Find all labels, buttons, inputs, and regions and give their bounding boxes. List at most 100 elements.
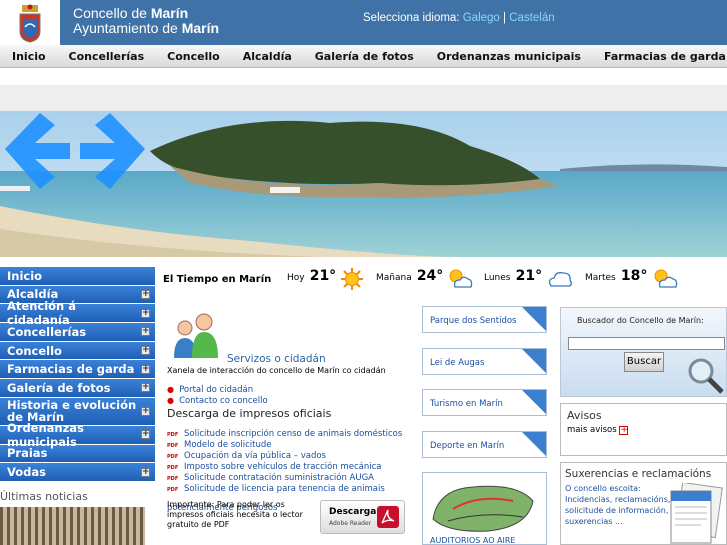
site-title: Concello de Marín Ayuntamiento de Marín	[73, 6, 219, 36]
leftmenu-label: Vodas	[7, 465, 47, 480]
grey-bar	[0, 85, 727, 111]
expand-plus-icon[interactable]: +	[141, 364, 150, 374]
avisos-title: Avisos	[567, 409, 602, 422]
leftmenu-label: Praias	[7, 446, 48, 461]
topnav-galeria[interactable]: Galería de fotos	[315, 50, 414, 63]
magnifier-icon	[688, 358, 724, 394]
leftmenu-concello[interactable]: Concello +	[0, 341, 155, 361]
banner-slideshow	[0, 111, 727, 257]
auditorios-box[interactable]: AUDITORIOS AO AIRE	[422, 472, 547, 545]
leftmenu-label: Ordenanzas municipais	[7, 420, 84, 449]
linkbox-deporte[interactable]: Deporte en Marín	[422, 431, 547, 458]
lang-galego-link[interactable]: Galego	[463, 12, 500, 24]
linkbox-turismo[interactable]: Turismo en Marín	[422, 389, 547, 416]
corner-tab-icon	[522, 349, 546, 373]
expand-plus-icon[interactable]: +	[141, 308, 150, 318]
search-input[interactable]	[568, 337, 725, 350]
bullet-icon: ●	[167, 396, 174, 405]
topnav-concello[interactable]: Concello	[167, 50, 220, 63]
leftmenu-atencion[interactable]: Atención á cidadanía +	[0, 299, 155, 327]
leftmenu-label: Farmacias de garda	[7, 362, 135, 377]
linkbox-label: Lei de Augas	[430, 358, 485, 368]
servizos-link-contacto[interactable]: ● Contacto co concello	[167, 388, 268, 407]
latest-news-label: Últimas noticias	[0, 490, 88, 503]
subtitle-prefix: Ayuntamiento de	[73, 20, 182, 36]
weather-title: El Tiempo en Marín	[163, 274, 272, 285]
sun-cloud-icon	[654, 269, 678, 288]
weather-day-label: Martes	[585, 273, 616, 283]
leftmenu-ordenanzas[interactable]: Ordenanzas municipais +	[0, 421, 155, 449]
reader-label: Descarga	[329, 507, 377, 517]
leftmenu-inicio[interactable]: Inicio	[0, 267, 155, 286]
top-navigation: Inicio Concellerías Concello Alcaldía Ga…	[0, 45, 727, 68]
leftmenu-galeria[interactable]: Galería de fotos +	[0, 379, 155, 398]
adobe-reader-download-button[interactable]: Descarga Adobe Reader	[320, 500, 405, 534]
linkbox-lei-augas[interactable]: Lei de Augas	[422, 348, 547, 375]
link-label[interactable]: Contacto co concello	[179, 396, 268, 406]
citizens-icon	[174, 313, 218, 358]
topnav-concellerias[interactable]: Concellerías	[69, 50, 145, 63]
expand-plus-icon[interactable]: +	[141, 430, 150, 440]
importante-note: Importante: Para poder ler os impresos o…	[167, 500, 303, 529]
weather-temp: 18°	[620, 268, 648, 284]
servizos-description: Xanela de interacción do concello de Mar…	[167, 366, 386, 375]
topnav-ordenanzas[interactable]: Ordenanzas municipais	[437, 50, 581, 63]
mais-avisos-label[interactable]: mais avisos	[567, 425, 617, 435]
weather-day-label: Lunes	[484, 273, 511, 283]
sun-icon	[341, 268, 363, 290]
expand-plus-icon[interactable]: +	[141, 346, 150, 355]
servizos-title[interactable]: Servizos o cidadán	[227, 353, 326, 365]
auditorios-map-image	[432, 485, 534, 532]
topnav-alcaldia[interactable]: Alcaldía	[243, 50, 292, 63]
weather-day-0: Hoy 21°	[287, 265, 336, 284]
auditorios-label: AUDITORIOS AO AIRE	[430, 536, 516, 545]
topnav-farmacias[interactable]: Farmacias de garda	[604, 50, 726, 63]
pdf-logo-icon	[377, 506, 399, 528]
language-label: Selecciona idioma:	[363, 12, 460, 24]
slideshow-arrows-icon[interactable]	[0, 111, 150, 191]
pdf-icon: PDF	[167, 487, 179, 493]
expand-plus-icon[interactable]: +	[141, 327, 150, 337]
sugerencias-text[interactable]: O concello escoita: Incidencias, reclama…	[565, 483, 677, 527]
weather-day-2: Lunes 21°	[484, 265, 542, 284]
leftmenu-label: Historia e evolución de Marín	[7, 398, 137, 425]
weather-day-1: Mañana 24°	[376, 265, 443, 284]
language-selector: Selecciona idioma: Galego | Castelán	[363, 12, 555, 24]
weather-temp: 24°	[416, 268, 444, 284]
linkbox-parque[interactable]: Parque dos Sentidos	[422, 306, 547, 333]
lang-castelan-link[interactable]: Castelán	[509, 12, 554, 24]
avisos-box: Avisos mais avisos +	[560, 403, 727, 456]
expand-plus-icon[interactable]: +	[141, 289, 150, 299]
coat-of-arms-logo[interactable]	[0, 0, 60, 45]
corner-tab-icon	[522, 432, 546, 456]
leftmenu-label: Atención á cidadanía	[7, 299, 76, 328]
sun-cloud-icon	[449, 269, 473, 288]
leftmenu-label: Concello	[7, 343, 62, 358]
sugerencias-box: Suxerencias e reclamacións O concello es…	[560, 462, 727, 545]
title-bold: Marín	[150, 5, 189, 21]
leftmenu-vodas[interactable]: Vodas +	[0, 463, 155, 482]
corner-tab-icon	[522, 390, 546, 414]
expand-plus-icon[interactable]: +	[141, 383, 150, 393]
leftmenu-label: Galería de fotos	[7, 380, 111, 395]
expand-plus-icon[interactable]: +	[141, 467, 150, 477]
weather-day-3: Martes 18°	[585, 265, 647, 284]
mais-avisos-link[interactable]: mais avisos +	[567, 425, 633, 435]
topnav-inicio[interactable]: Inicio	[12, 50, 46, 63]
search-title: Buscador do Concello de Marín:	[577, 316, 704, 325]
linkbox-label: Turismo en Marín	[430, 399, 503, 409]
linkbox-label: Deporte en Marín	[430, 441, 505, 451]
plus-icon[interactable]: +	[619, 426, 629, 435]
leftmenu-label: Inicio	[7, 268, 43, 283]
documents-icon	[670, 483, 723, 544]
title-prefix: Concello de	[73, 5, 151, 21]
leftmenu-farmacias[interactable]: Farmacias de garda +	[0, 360, 155, 379]
expand-plus-icon[interactable]: +	[141, 406, 150, 416]
reader-sub: Adobe Reader	[329, 520, 372, 527]
news-thumbnail[interactable]	[0, 507, 145, 545]
lang-separator: |	[503, 12, 507, 24]
weather-day-label: Mañana	[376, 273, 412, 283]
weather-temp: 21°	[515, 268, 543, 284]
search-box: Buscador do Concello de Marín: Buscar	[560, 307, 727, 397]
search-button[interactable]: Buscar	[624, 352, 664, 372]
